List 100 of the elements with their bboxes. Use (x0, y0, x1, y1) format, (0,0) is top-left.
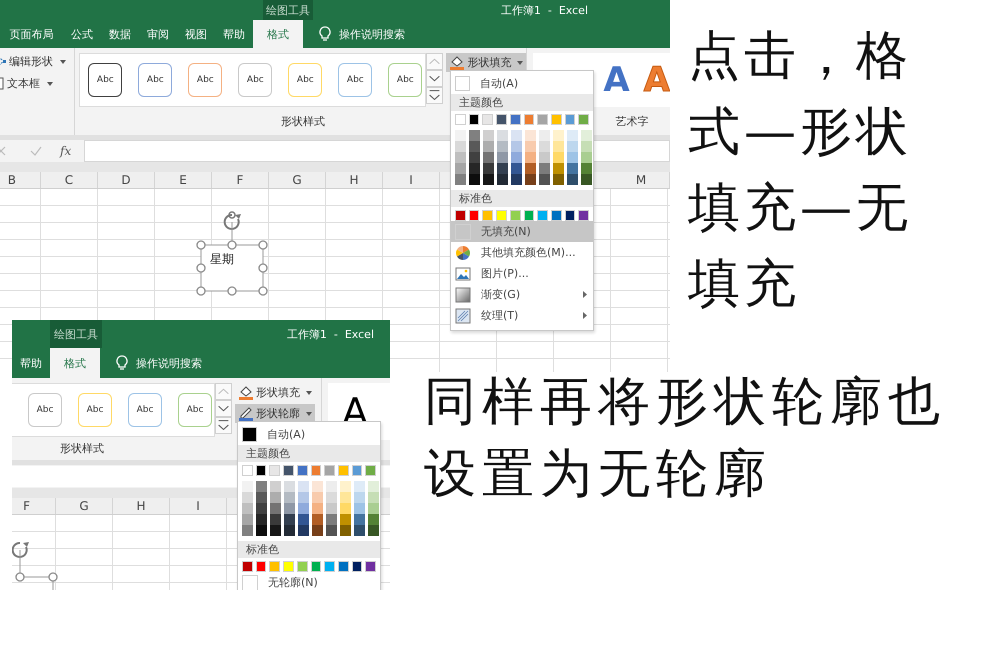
scroll-down-icon[interactable] (215, 400, 232, 417)
color-swatch[interactable] (242, 492, 253, 503)
color-swatch[interactable] (242, 525, 253, 536)
shape-style-swatch[interactable]: Abc (288, 63, 322, 97)
color-swatch[interactable] (469, 130, 480, 141)
color-swatch[interactable] (483, 130, 494, 141)
color-swatch[interactable] (296, 465, 308, 476)
color-swatch[interactable] (354, 481, 365, 492)
color-swatch[interactable] (455, 163, 466, 174)
more-styles-icon[interactable] (215, 417, 232, 434)
ribbon-tab[interactable]: 视图 (177, 20, 215, 48)
color-swatch[interactable] (284, 503, 295, 514)
color-swatch[interactable] (368, 525, 379, 536)
column-header[interactable]: H (326, 172, 383, 188)
color-swatch[interactable] (269, 465, 280, 476)
shape-fill-button[interactable]: 形状填充 (446, 53, 526, 72)
color-swatch[interactable] (511, 130, 522, 141)
menu-item[interactable]: 图片(P)... (451, 263, 593, 284)
ribbon-tab[interactable]: 帮助 (215, 20, 253, 48)
column-header[interactable]: H (113, 498, 170, 514)
color-swatch[interactable] (511, 141, 522, 152)
text-box-button[interactable]: 文本框 (0, 74, 74, 93)
color-swatch[interactable] (298, 503, 309, 514)
column-header[interactable]: I (170, 498, 227, 514)
color-swatch[interactable] (496, 210, 507, 221)
color-swatch[interactable] (242, 503, 253, 514)
color-swatch[interactable] (310, 561, 322, 572)
color-swatch[interactable] (256, 514, 267, 525)
color-swatch[interactable] (564, 114, 576, 125)
column-header[interactable]: G (269, 172, 326, 188)
color-swatch[interactable] (537, 114, 548, 125)
shape-style-swatch[interactable]: Abc (188, 63, 222, 97)
tell-me-search[interactable]: 操作说明搜索 (339, 26, 405, 42)
color-swatch[interactable] (256, 525, 267, 536)
menu-item[interactable]: 纹理(T) (451, 305, 593, 326)
color-swatch[interactable] (581, 163, 592, 174)
shape-style-swatch[interactable]: Abc (28, 393, 62, 427)
color-swatch[interactable] (324, 465, 335, 476)
color-swatch[interactable] (270, 525, 281, 536)
menu-item[interactable]: 渐变(G) (451, 284, 593, 305)
color-swatch[interactable] (581, 141, 592, 152)
color-swatch[interactable] (468, 114, 480, 125)
menu-item[interactable]: 其他填充颜色(M)... (451, 242, 593, 263)
color-swatch[interactable] (284, 481, 295, 492)
menu-item[interactable]: 无轮廓(N) (238, 572, 380, 590)
color-swatch[interactable] (539, 141, 550, 152)
color-swatch[interactable] (567, 130, 578, 141)
color-swatch[interactable] (525, 163, 536, 174)
color-swatch[interactable] (354, 503, 365, 514)
color-swatch[interactable] (368, 481, 379, 492)
shape-style-swatch[interactable]: Abc (388, 63, 422, 97)
color-swatch[interactable] (525, 141, 536, 152)
color-swatch[interactable] (354, 514, 365, 525)
ribbon-tab[interactable]: 页面布局 (0, 20, 63, 48)
cancel-icon[interactable] (0, 146, 6, 156)
column-header[interactable]: F (212, 172, 269, 188)
color-swatch[interactable] (578, 114, 590, 125)
color-swatch[interactable] (553, 152, 564, 163)
color-swatch[interactable] (368, 503, 379, 514)
color-swatch[interactable] (553, 174, 564, 185)
ribbon-tab[interactable]: 审阅 (139, 20, 177, 48)
color-swatch[interactable] (296, 561, 308, 572)
color-swatch[interactable] (338, 561, 349, 572)
color-swatch[interactable] (324, 561, 335, 572)
color-swatch[interactable] (326, 481, 337, 492)
color-swatch[interactable] (537, 210, 548, 221)
color-swatch[interactable] (326, 525, 337, 536)
color-swatch[interactable] (482, 114, 494, 125)
color-swatch[interactable] (539, 152, 550, 163)
color-swatch[interactable] (312, 503, 323, 514)
color-swatch[interactable] (553, 130, 564, 141)
color-swatch[interactable] (354, 492, 365, 503)
color-swatch[interactable] (326, 503, 337, 514)
color-swatch[interactable] (352, 561, 362, 572)
shape-outline-button[interactable]: 形状轮廓 (235, 404, 315, 423)
color-swatch[interactable] (567, 152, 578, 163)
color-swatch[interactable] (497, 174, 508, 185)
shape-style-swatch[interactable]: Abc (338, 63, 372, 97)
color-swatch[interactable] (298, 525, 309, 536)
shape-fill-button[interactable]: 形状填充 (235, 383, 315, 402)
color-swatch[interactable] (578, 210, 590, 221)
color-swatch[interactable] (511, 174, 522, 185)
scroll-down-icon[interactable] (426, 70, 444, 87)
color-swatch[interactable] (455, 152, 466, 163)
color-swatch[interactable] (511, 152, 522, 163)
color-swatch[interactable] (483, 163, 494, 174)
color-swatch[interactable] (283, 561, 294, 572)
color-swatch[interactable] (256, 465, 266, 476)
ribbon-tab[interactable]: 数据 (101, 20, 139, 48)
edit-shape-button[interactable]: 编辑形状 (0, 52, 74, 71)
color-swatch[interactable] (310, 465, 322, 476)
color-swatch[interactable] (242, 561, 253, 572)
more-styles-icon[interactable] (426, 87, 444, 104)
color-swatch[interactable] (553, 141, 564, 152)
color-swatch[interactable] (483, 152, 494, 163)
color-swatch[interactable] (242, 514, 253, 525)
automatic-color-option[interactable]: 自动(A) (238, 424, 380, 444)
color-swatch[interactable] (256, 561, 266, 572)
color-swatch[interactable] (581, 152, 592, 163)
color-swatch[interactable] (340, 492, 351, 503)
